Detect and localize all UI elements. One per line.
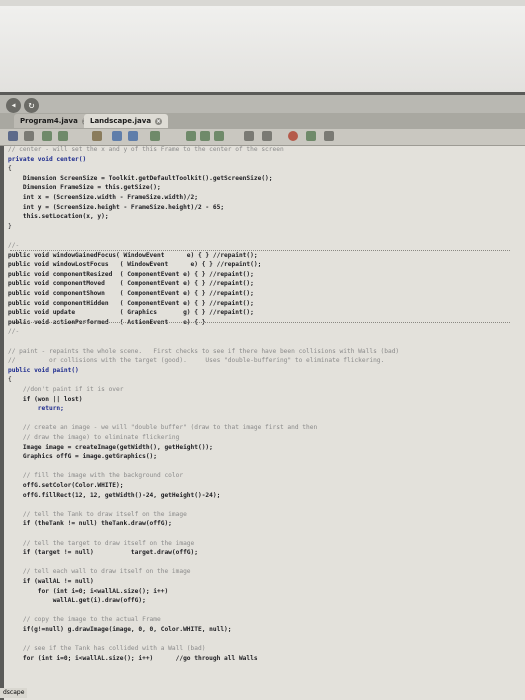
code-line[interactable]: private void center() [8, 156, 86, 164]
close-icon[interactable]: × [155, 118, 163, 125]
code-line[interactable]: Image image = createImage(getWidth(), ge… [8, 444, 213, 452]
code-line[interactable]: { [8, 165, 12, 173]
code-line[interactable]: { [8, 376, 12, 384]
ceiling-background [0, 0, 525, 92]
separator [10, 322, 510, 323]
uncomment-icon[interactable] [262, 131, 272, 141]
forward-nav-icon[interactable] [58, 131, 68, 141]
code-line[interactable]: wallAL.get(i).draw(offG); [8, 597, 146, 605]
code-line[interactable]: public void componentResized ( Component… [8, 271, 254, 279]
code-line[interactable]: public void update ( Graphics g) { } //r… [8, 309, 254, 317]
status-fragment: dscape [0, 688, 28, 698]
code-line[interactable]: // center - will set the x and y of this… [8, 146, 284, 154]
code-editor[interactable]: // center - will set the x and y of this… [4, 146, 525, 700]
code-line[interactable]: } [8, 223, 12, 231]
menu-icon[interactable] [324, 131, 334, 141]
stop-macro-icon[interactable] [306, 131, 316, 141]
code-line[interactable]: offG.fillRect(12, 12, getWidth()-24, get… [8, 492, 220, 500]
code-line[interactable]: // tell each wall to draw itself on the … [8, 568, 191, 576]
code-line[interactable]: int x = (ScreenSize.width - FrameSize.wi… [8, 194, 198, 202]
tab-label: Landscape.java [90, 117, 152, 125]
code-line[interactable]: for (int i=0; i<wallAL.size(); i++) //go… [8, 655, 258, 663]
circle-arrow-icon[interactable]: ↻ [24, 98, 39, 113]
code-line[interactable]: Dimension FrameSize = this.getSize(); [8, 184, 161, 192]
source-icon[interactable] [8, 131, 18, 141]
code-line[interactable]: int y = (ScreenSize.height - FrameSize.h… [8, 204, 224, 212]
code-line[interactable]: public void componentHidden ( ComponentE… [8, 300, 254, 308]
code-line[interactable]: // or collisions with the target (good).… [8, 357, 384, 365]
tab-label: Program4.java [20, 117, 78, 125]
code-line[interactable]: // tell the Tank to draw itself on the i… [8, 511, 187, 519]
code-line[interactable]: if(g!=null) g.drawImage(image, 0, 0, Col… [8, 626, 232, 634]
record-macro-icon[interactable] [288, 131, 298, 141]
code-line[interactable]: // paint - repaints the whole scene. Fir… [8, 348, 399, 356]
tab-program4[interactable]: Program4.java× [14, 114, 95, 128]
history-icon[interactable] [24, 131, 34, 141]
code-line[interactable]: //- [8, 242, 19, 250]
code-line[interactable]: Graphics offG = image.getGraphics(); [8, 453, 157, 461]
code-line[interactable]: public void windowGainedFocus( WindowEve… [8, 252, 258, 260]
find-prev-icon[interactable] [112, 131, 122, 141]
code-line[interactable]: Dimension ScreenSize = Toolkit.getDefaul… [8, 175, 273, 183]
code-line[interactable]: return; [8, 405, 64, 413]
code-line[interactable]: //- [8, 328, 19, 336]
code-line[interactable]: // create an image - we will "double buf… [8, 424, 317, 432]
code-line[interactable]: // fill the image with the background co… [8, 472, 183, 480]
code-line[interactable]: // draw the image) to eliminate flickeri… [8, 434, 179, 442]
find-next-icon[interactable] [128, 131, 138, 141]
code-line[interactable]: this.setLocation(x, y); [8, 213, 109, 221]
tab-landscape[interactable]: Landscape.java × [84, 114, 169, 128]
code-line[interactable]: //don't paint if it is over [8, 386, 124, 394]
code-line[interactable]: public void paint() [8, 367, 79, 375]
toggle-highlight-icon[interactable] [150, 131, 160, 141]
code-line[interactable]: offG.setColor(Color.WHITE); [8, 482, 124, 490]
code-line[interactable]: public void componentMoved ( ComponentEv… [8, 280, 254, 288]
back-icon[interactable]: ◂ [6, 98, 21, 113]
bookmark-icon[interactable] [214, 131, 224, 141]
code-line[interactable]: // tell the target to draw itself on the… [8, 540, 194, 548]
code-line[interactable]: if (won || lost) [8, 396, 83, 404]
ceiling-strip [0, 0, 525, 6]
back-nav-icon[interactable] [42, 131, 52, 141]
code-line[interactable]: public void componentShown ( ComponentEv… [8, 290, 254, 298]
comment-icon[interactable] [244, 131, 254, 141]
separator [10, 250, 510, 251]
code-line[interactable]: // see if the Tank has collided with a W… [8, 645, 206, 653]
code-line[interactable]: // copy the image to the actual Frame [8, 616, 161, 624]
code-line[interactable]: public void windowLostFocus ( WindowEven… [8, 261, 261, 269]
shift-right-icon[interactable] [200, 131, 210, 141]
shift-left-icon[interactable] [186, 131, 196, 141]
find-icon[interactable] [92, 131, 102, 141]
code-line[interactable]: for (int i=0; i<wallAL.size(); i++) [8, 588, 168, 596]
code-line[interactable]: if (wallAL != null) [8, 578, 94, 586]
code-line[interactable]: if (theTank != null) theTank.draw(offG); [8, 520, 172, 528]
code-line[interactable]: if (target != null) target.draw(offG); [8, 549, 198, 557]
